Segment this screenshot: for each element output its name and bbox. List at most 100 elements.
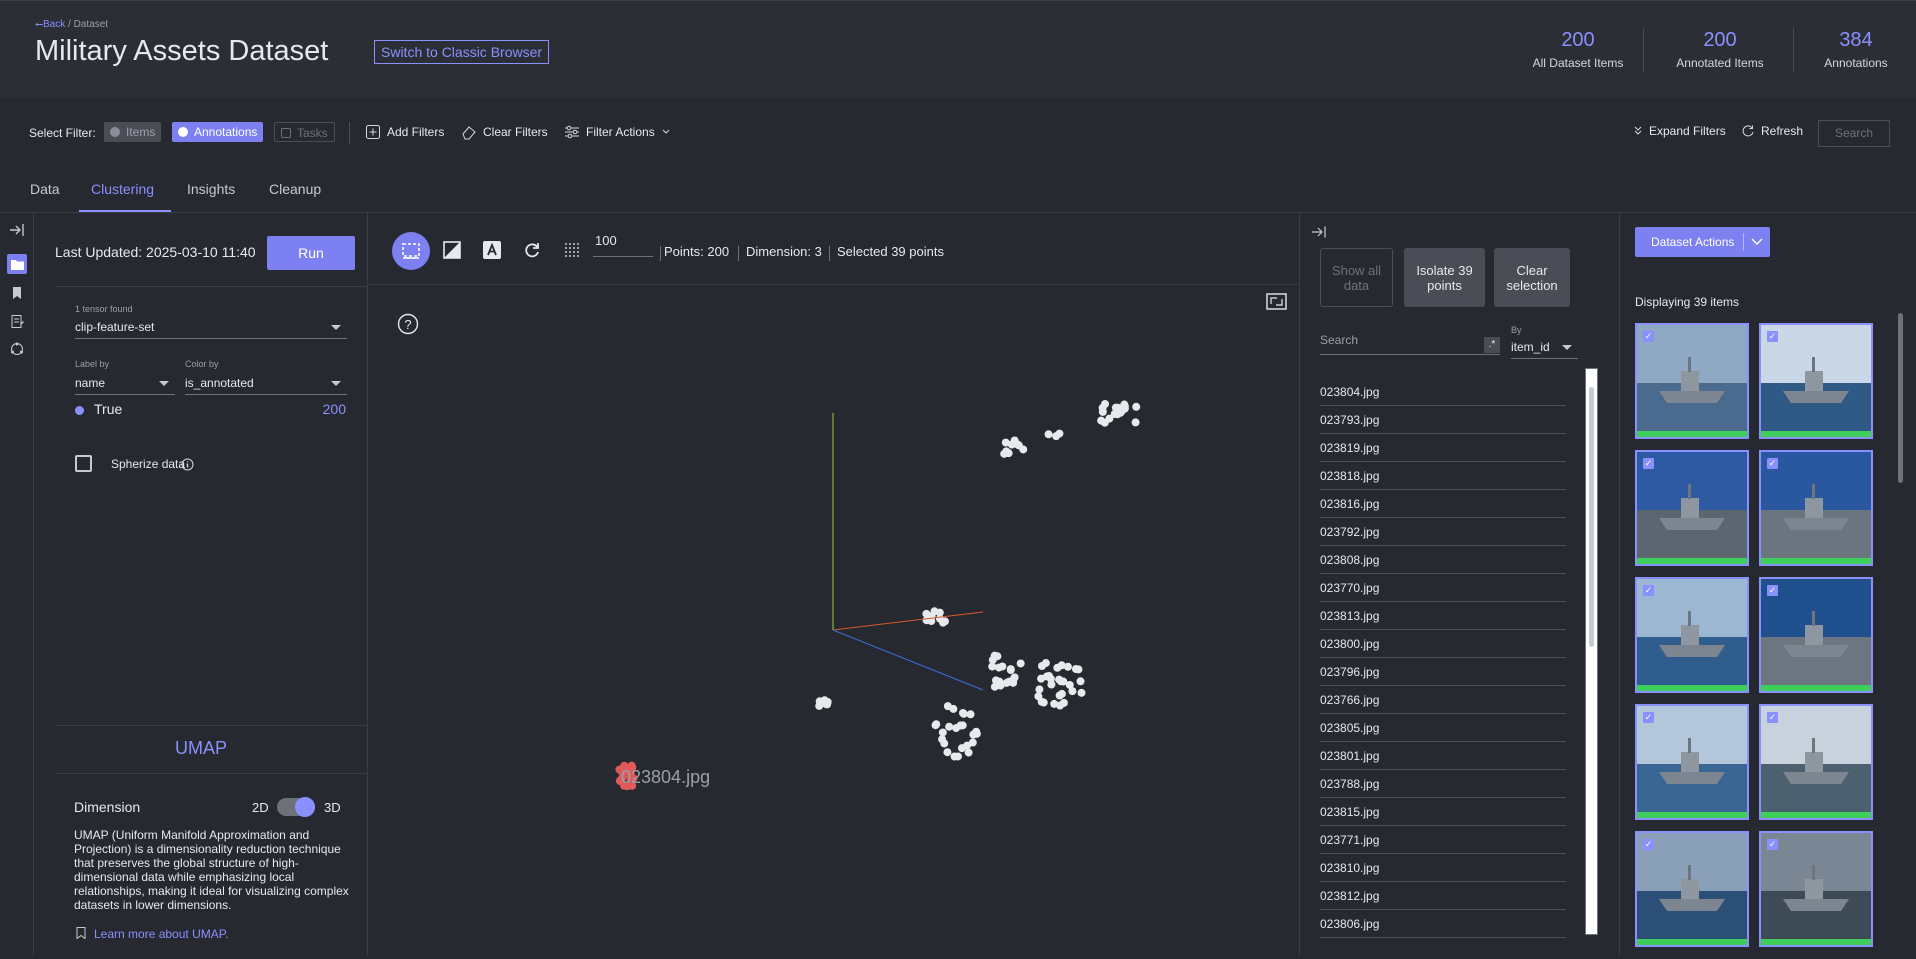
annotation-status-bar <box>1761 558 1871 564</box>
folder-icon[interactable] <box>7 254 27 274</box>
checkbox-checked-icon[interactable]: ✓ <box>1767 839 1778 850</box>
clear-selection-button[interactable]: Clear selection <box>1494 248 1570 307</box>
data-point <box>1055 429 1064 438</box>
data-point <box>1098 407 1107 416</box>
tab-insights[interactable]: Insights <box>187 181 235 197</box>
checkbox-checked-icon[interactable]: ✓ <box>1643 839 1654 850</box>
regex-toggle[interactable]: .* <box>1484 337 1500 353</box>
list-item[interactable]: 023771.jpg <box>1320 826 1566 854</box>
thumbnail-tile[interactable]: ✓ <box>1759 323 1873 439</box>
filter-actions-button[interactable]: Filter Actions <box>564 124 671 140</box>
collapse-panel-icon[interactable] <box>1311 226 1327 238</box>
tab-clustering[interactable]: Clustering <box>91 181 154 197</box>
list-item[interactable]: 023796.jpg <box>1320 658 1566 686</box>
label-toggle-tool[interactable] <box>478 236 506 264</box>
neighbors-input[interactable]: 100 <box>593 233 653 257</box>
checkbox-checked-icon[interactable]: ✓ <box>1767 458 1778 469</box>
list-item[interactable]: 023813.jpg <box>1320 602 1566 630</box>
data-point <box>994 663 1003 672</box>
help-icon[interactable]: ? <box>397 313 419 335</box>
list-item[interactable]: 023819.jpg <box>1320 434 1566 462</box>
refresh-button[interactable]: Refresh <box>1741 124 1803 138</box>
radio-icon <box>178 127 188 137</box>
label-by-select[interactable]: name <box>75 373 175 395</box>
list-search-input[interactable]: Search <box>1320 333 1500 355</box>
gallery-scrollbar[interactable] <box>1898 313 1903 483</box>
switch-classic-button[interactable]: Switch to Classic Browser <box>374 40 550 64</box>
data-point <box>945 722 954 731</box>
list-item[interactable]: 023788.jpg <box>1320 770 1566 798</box>
filter-chip-annotations[interactable]: Annotations <box>172 122 264 142</box>
thumbnail-tile[interactable]: ✓ <box>1759 577 1873 693</box>
scrollbar-thumb[interactable] <box>1589 387 1594 647</box>
dimension-toggle[interactable] <box>277 797 315 817</box>
list-item[interactable]: 023808.jpg <box>1320 546 1566 574</box>
checkbox-checked-icon[interactable]: ✓ <box>1643 585 1654 596</box>
list-item[interactable]: 023806.jpg <box>1320 910 1566 938</box>
reset-view-tool[interactable] <box>518 236 546 264</box>
list-scrollbar[interactable] <box>1585 368 1598 935</box>
tensor-select[interactable]: clip-feature-set <box>75 317 347 339</box>
checkbox-checked-icon[interactable]: ✓ <box>1643 458 1654 469</box>
data-point <box>1111 403 1120 412</box>
isolate-points-button[interactable]: Isolate 39 points <box>1404 248 1485 307</box>
thumbnail-tile[interactable]: ✓ <box>1635 704 1749 820</box>
thumbnail-tile[interactable]: ✓ <box>1635 323 1749 439</box>
stat-value: 200 <box>1561 29 1595 51</box>
projection-canvas[interactable]: 023804.jpg ? <box>368 285 1299 956</box>
data-point <box>950 752 959 761</box>
color-by-select[interactable]: is_annotated <box>185 373 347 395</box>
thumbnail-tile[interactable]: ✓ <box>1635 450 1749 566</box>
list-item[interactable]: 023770.jpg <box>1320 574 1566 602</box>
list-item[interactable]: 023800.jpg <box>1320 630 1566 658</box>
collapse-panel-icon[interactable] <box>7 220 27 240</box>
bookmark-icon[interactable] <box>7 283 27 303</box>
divider <box>55 773 368 774</box>
list-item[interactable]: 023801.jpg <box>1320 742 1566 770</box>
document-edit-icon[interactable] <box>7 311 27 331</box>
add-filters-button[interactable]: Add Filters <box>365 124 444 140</box>
scatter-plot-3d[interactable]: 023804.jpg ? <box>368 285 1299 956</box>
list-item[interactable]: 023810.jpg <box>1320 854 1566 882</box>
back-link[interactable]: ⭠Back <box>35 19 65 30</box>
thumbnail-tile[interactable]: ✓ <box>1759 704 1873 820</box>
search-button[interactable]: Search <box>1818 120 1890 147</box>
checkbox-checked-icon[interactable]: ✓ <box>1767 585 1778 596</box>
list-item[interactable]: 023804.jpg <box>1320 378 1566 406</box>
filter-chip-tasks[interactable]: Tasks <box>274 122 335 142</box>
box-select-tool[interactable] <box>392 232 430 270</box>
clear-filters-button[interactable]: Clear Filters <box>461 124 548 140</box>
list-item[interactable]: 023792.jpg <box>1320 518 1566 546</box>
night-mode-tool[interactable] <box>438 236 466 264</box>
network-icon[interactable] <box>7 339 27 359</box>
spherize-checkbox[interactable] <box>75 455 92 472</box>
info-icon[interactable] <box>181 458 194 471</box>
list-item[interactable]: 023818.jpg <box>1320 462 1566 490</box>
list-item[interactable]: 023766.jpg <box>1320 686 1566 714</box>
list-item[interactable]: 023793.jpg <box>1320 406 1566 434</box>
dataset-actions-button[interactable]: Dataset Actions <box>1635 227 1770 257</box>
thumbnail-tile[interactable]: ✓ <box>1635 577 1749 693</box>
checkbox-checked-icon[interactable]: ✓ <box>1643 331 1654 342</box>
expand-filters-button[interactable]: Expand Filters <box>1633 124 1726 138</box>
filter-chip-items[interactable]: Items <box>104 122 162 142</box>
list-item[interactable]: 023815.jpg <box>1320 798 1566 826</box>
list-item[interactable]: 023816.jpg <box>1320 490 1566 518</box>
learn-more-link[interactable]: Learn more about UMAP. <box>76 927 229 941</box>
list-item[interactable]: 023812.jpg <box>1320 882 1566 910</box>
search-by-select[interactable]: item_id <box>1511 337 1578 359</box>
fullscreen-icon[interactable] <box>1266 293 1287 310</box>
show-all-data-button[interactable]: Show all data <box>1320 248 1393 307</box>
list-item[interactable]: 023805.jpg <box>1320 714 1566 742</box>
thumbnail-tile[interactable]: ✓ <box>1759 450 1873 566</box>
thumbnail-tile[interactable]: ✓ <box>1635 831 1749 947</box>
thumbnail-tile[interactable]: ✓ <box>1759 831 1873 947</box>
tab-cleanup[interactable]: Cleanup <box>269 181 321 197</box>
tab-data[interactable]: Data <box>30 181 60 197</box>
checkbox-checked-icon[interactable]: ✓ <box>1767 331 1778 342</box>
checkbox-checked-icon[interactable]: ✓ <box>1643 712 1654 723</box>
page-title: Military Assets Dataset <box>35 35 329 67</box>
run-button[interactable]: Run <box>267 236 355 270</box>
checkbox-checked-icon[interactable]: ✓ <box>1767 712 1778 723</box>
data-point <box>1004 449 1013 458</box>
